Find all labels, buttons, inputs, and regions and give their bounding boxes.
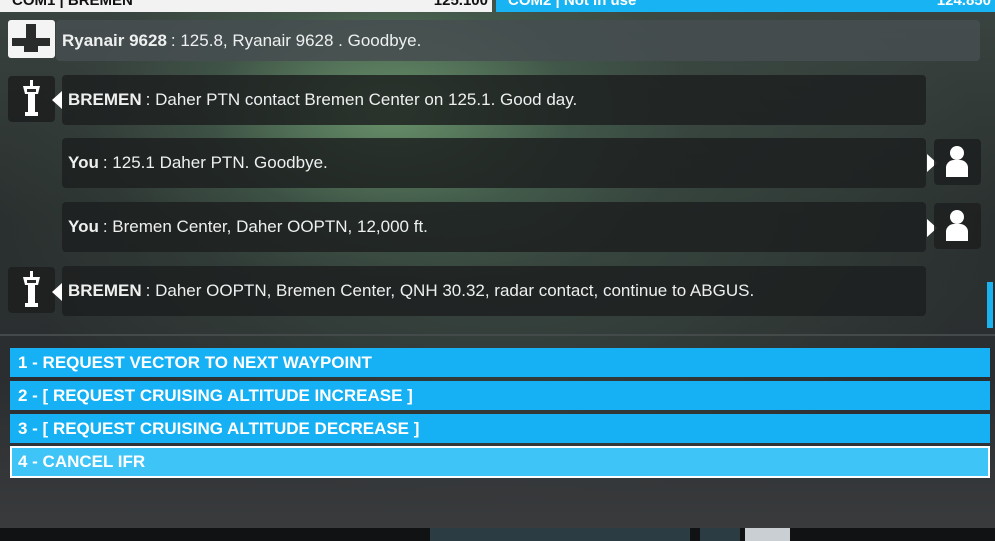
control-tower-icon <box>8 76 55 122</box>
com1-frequency: 125.100 <box>433 0 488 9</box>
message-text: : Bremen Center, Daher OOPTN, 12,000 ft. <box>102 217 428 236</box>
message-speaker: BREMEN <box>68 90 142 109</box>
message-ryanair: Ryanair 9628 : 125.8, Ryanair 9628 . Goo… <box>56 20 980 61</box>
message-text: : Daher PTN contact Bremen Center on 125… <box>145 90 578 109</box>
message-you-2: You : Bremen Center, Daher OOPTN, 12,000… <box>62 202 926 252</box>
com2-label: COM2 | Not in use <box>508 0 637 9</box>
message-speaker: Ryanair 9628 <box>62 30 167 50</box>
message-text: : Daher OOPTN, Bremen Center, QNH 30.32,… <box>145 281 755 300</box>
com2-panel[interactable]: COM2 | Not in use 124.850 <box>496 0 995 12</box>
cockpit-panel-strip <box>0 528 995 541</box>
message-text: : 125.8, Ryanair 9628 . Goodbye. <box>170 30 422 50</box>
control-tower-icon <box>8 267 55 313</box>
message-text: : 125.1 Daher PTN. Goodbye. <box>102 153 328 172</box>
option-altitude-increase[interactable]: 2 - [ REQUEST CRUISING ALTITUDE INCREASE… <box>10 381 990 410</box>
option-altitude-decrease[interactable]: 3 - [ REQUEST CRUISING ALTITUDE DECREASE… <box>10 414 990 443</box>
com1-panel[interactable]: COM1 | BREMEN 125.100 <box>0 0 492 12</box>
com2-frequency: 124.850 <box>936 0 991 9</box>
message-speaker: You <box>68 153 99 172</box>
com1-label: COM1 | BREMEN <box>12 0 133 9</box>
scrollbar[interactable] <box>987 282 993 328</box>
option-cancel-ifr[interactable]: 4 - CANCEL IFR <box>10 446 990 478</box>
option-request-vector[interactable]: 1 - REQUEST VECTOR TO NEXT WAYPOINT <box>10 348 990 377</box>
pilot-icon <box>934 203 981 249</box>
message-speaker: BREMEN <box>68 281 142 300</box>
com-bar: COM1 | BREMEN 125.100 COM2 | Not in use … <box>0 0 995 12</box>
airplane-icon <box>8 20 55 58</box>
pointer-left-icon <box>52 91 62 109</box>
message-bremen-2: BREMEN : Daher OOPTN, Bremen Center, QNH… <box>62 266 926 316</box>
message-bremen-1: BREMEN : Daher PTN contact Bremen Center… <box>62 75 926 125</box>
pilot-icon <box>934 139 981 185</box>
message-you-1: You : 125.1 Daher PTN. Goodbye. <box>62 138 926 188</box>
pointer-left-icon <box>52 283 62 301</box>
divider <box>0 334 995 336</box>
message-speaker: You <box>68 217 99 236</box>
